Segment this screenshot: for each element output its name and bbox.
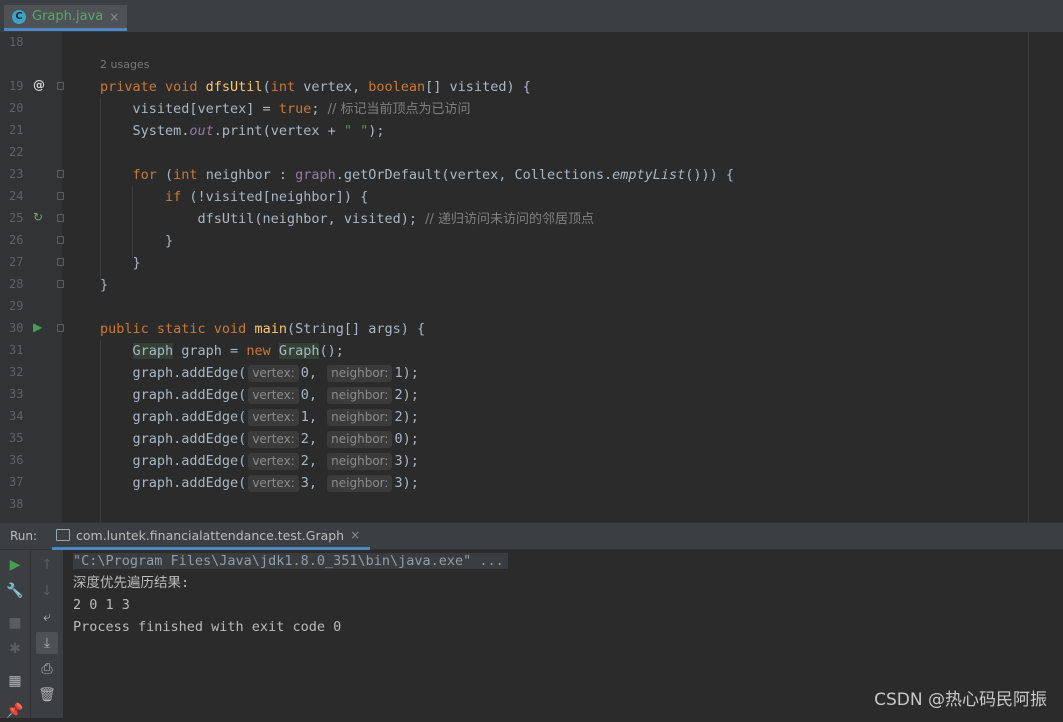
param-hint: vertex: (248, 431, 299, 448)
gutter-line: 25 ↻ (0, 208, 64, 230)
gutter-line: 33 (9, 387, 24, 401)
param-hint: vertex: (248, 453, 299, 470)
gutter-line: 27 (0, 252, 64, 274)
gutter-line: 20 (9, 101, 24, 115)
java-class-icon: C (12, 9, 26, 24)
code-line: System.out.print(vertex + " "); (100, 123, 385, 139)
code-editor[interactable]: 18 19 @ 20 21 22 23 24 25 ↻ 26 27 28 29 30… (0, 32, 1063, 522)
bug-icon[interactable]: ✱ (4, 638, 26, 660)
console-line: Process finished with exit code 0 (73, 619, 342, 635)
code-line: visited[vertex] = true; // 标记当前顶点为已访问 (100, 101, 471, 117)
param-hint: neighbor: (327, 365, 393, 382)
command-line[interactable]: "C:\Program Files\Java\jdk1.8.0_351\bin\… (73, 553, 508, 569)
run-label: Run: (10, 529, 38, 543)
gutter-line: 38 (9, 497, 24, 511)
gutter-line: 31 (9, 343, 24, 357)
pin-icon[interactable]: 📌 (4, 700, 26, 722)
run-config-name: com.luntek.financialattendance.test.Grap… (76, 527, 345, 543)
code-line: graph.addEdge(vertex: 0, neighbor: 1); (100, 365, 419, 382)
gutter-line: 22 (9, 145, 24, 159)
rerun-icon[interactable]: ▶ (4, 554, 26, 576)
run-toolbar: Run: com.luntek.financialattendance.test… (0, 522, 1063, 550)
code-line: } (100, 255, 141, 271)
code-line: } (100, 277, 109, 293)
trash-icon[interactable]: 🗑 (36, 684, 58, 706)
code-area[interactable]: 2 usages private void dfsUtil(int vertex… (62, 32, 1028, 522)
console-actions-column: ↑ ↓ ⤶ ⤓ ⎙ 🗑 (30, 550, 63, 718)
console-line: "C:\Program Files\Java\jdk1.8.0_351\bin\… (73, 550, 508, 572)
gutter-line: 23 (0, 164, 64, 186)
gutter-line: 19 @ (0, 76, 64, 98)
run-gutter-icon[interactable]: ▶ (33, 320, 42, 334)
layout-icon[interactable]: ▦ (4, 670, 26, 692)
gutter-line: 35 (9, 431, 24, 445)
editor-tab-bar: C Graph.java × (0, 0, 1063, 33)
gutter-line: 37 (9, 475, 24, 489)
code-line: graph.addEdge(vertex: 1, neighbor: 2); (100, 409, 419, 426)
gutter-line: 21 (9, 123, 24, 137)
soft-wrap-icon[interactable]: ⤶ (36, 606, 58, 628)
console-line: 2 0 1 3 (73, 597, 130, 613)
right-margin-guide (1028, 32, 1029, 522)
param-hint: vertex: (248, 365, 299, 382)
down-arrow-icon[interactable]: ↓ (36, 580, 58, 602)
code-line: public static void main(String[] args) { (100, 321, 426, 337)
param-hint: neighbor: (327, 475, 393, 492)
param-hint: neighbor: (327, 409, 393, 426)
code-line: dfsUtil(neighbor, visited); // 递归访问未访问的邻… (100, 211, 595, 227)
tab-label: Graph.java (32, 9, 104, 24)
param-hint: vertex: (248, 387, 299, 404)
overrides-marker-icon[interactable]: @ (33, 78, 45, 92)
gutter-line: 26 (0, 230, 64, 252)
gutter-line: 28 (0, 274, 64, 296)
gutter-line: 29 (9, 299, 24, 313)
code-line: private void dfsUtil(int vertex, boolean… (100, 79, 531, 95)
param-hint: vertex: (248, 409, 299, 426)
recursive-call-icon: ↻ (33, 210, 44, 224)
code-line: if (!visited[neighbor]) { (165, 189, 369, 205)
wrench-icon[interactable]: 🔧 (4, 580, 26, 602)
up-arrow-icon[interactable]: ↑ (36, 554, 58, 576)
code-comment: // 递归访问未访问的邻居顶点 (425, 212, 595, 227)
code-line: } (100, 233, 174, 249)
code-line: graph.addEdge(vertex: 2, neighbor: 0); (100, 431, 419, 448)
code-line: for (int neighbor : graph.getOrDefault(v… (132, 167, 735, 183)
param-hint: neighbor: (327, 387, 393, 404)
gutter-line: 36 (9, 453, 24, 467)
line-gutter: 18 19 @ 20 21 22 23 24 25 ↻ 26 27 28 29 30… (0, 32, 64, 522)
close-icon[interactable]: × (109, 10, 119, 24)
code-comment: // 标记当前顶点为已访问 (327, 102, 471, 117)
gutter-line: 32 (9, 365, 24, 379)
tab-graph-java[interactable]: C Graph.java × (4, 5, 128, 31)
run-config-tab[interactable]: com.luntek.financialattendance.test.Grap… (52, 523, 371, 550)
gutter-line: 24 (0, 186, 64, 208)
code-line: graph.addEdge(vertex: 0, neighbor: 2); (100, 387, 419, 404)
watermark: CSDN @热心码民阿振 (874, 690, 1047, 710)
code-line: graph.addEdge(vertex: 3, neighbor: 3); (100, 475, 419, 492)
param-hint: vertex: (248, 475, 299, 492)
param-hint: neighbor: (327, 453, 393, 470)
gutter-line: 30 ▶ (0, 318, 64, 340)
gutter-line: 34 (9, 409, 24, 423)
stop-icon[interactable]: ■ (4, 612, 26, 634)
code-line: graph.addEdge(vertex: 2, neighbor: 3); (100, 453, 419, 470)
close-icon[interactable]: × (350, 528, 360, 542)
scroll-to-end-icon[interactable]: ⤓ (36, 632, 58, 654)
code-line: Graph graph = new Graph(); (132, 343, 344, 359)
usages-hint[interactable]: 2 usages (100, 58, 149, 71)
console-line: 深度优先遍历结果: (73, 575, 190, 591)
print-icon[interactable]: ⎙ (36, 658, 58, 680)
console-icon (56, 529, 70, 541)
gutter-line: 18 (9, 35, 24, 49)
param-hint: neighbor: (327, 431, 393, 448)
run-actions-column: ▶ 🔧 ■ ✱ ▦ 📌 (0, 550, 30, 719)
